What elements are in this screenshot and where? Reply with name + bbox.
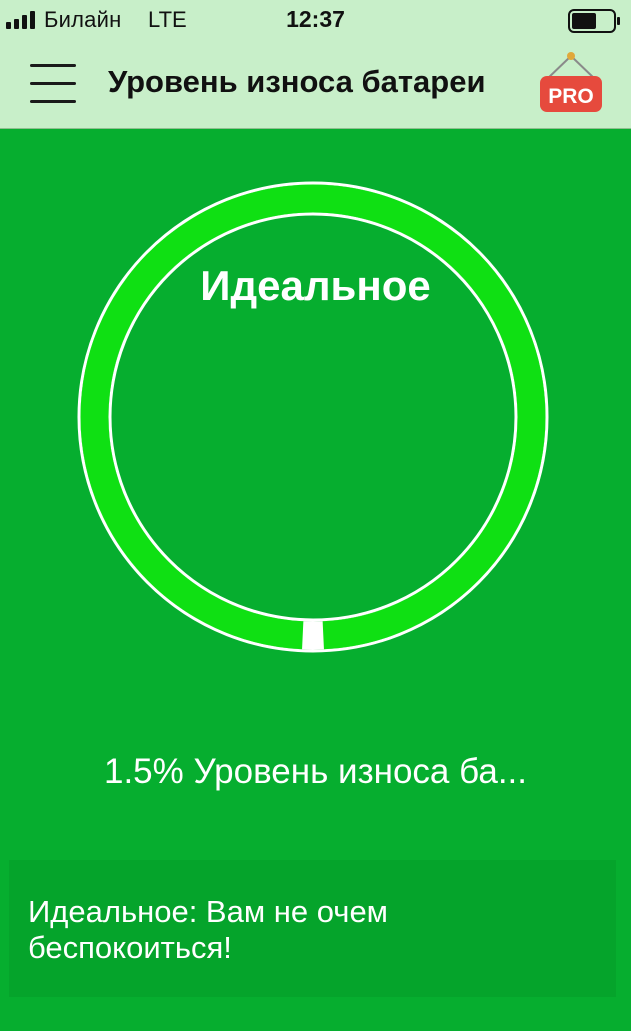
- status-message: Идеальное: Вам не очем беспокоиться!: [28, 894, 388, 965]
- navigation-bar: Уровень износа батареи PRO: [0, 40, 631, 128]
- pro-badge-button[interactable]: PRO: [536, 50, 606, 116]
- menu-button[interactable]: [26, 62, 80, 106]
- hamburger-menu-icon-line: [30, 64, 76, 67]
- hamburger-menu-icon-line: [30, 100, 76, 103]
- status-message-card: Идеальное: Вам не очем беспокоиться!: [9, 860, 616, 997]
- page-title: Уровень износа батареи: [108, 64, 486, 99]
- battery-icon: [568, 9, 620, 33]
- wear-level-text: 1.5% Уровень износа ба...: [103, 752, 527, 791]
- status-time: 12:37: [286, 6, 345, 32]
- hamburger-menu-icon-line: [30, 82, 76, 85]
- wear-gauge: [77, 181, 549, 653]
- pro-label: PRO: [548, 85, 594, 108]
- gauge-status-label: Идеальное: [200, 262, 431, 309]
- status-bar: Билайн LTE 12:37: [0, 0, 631, 40]
- top-bar: Билайн LTE 12:37 Уровень износа батареи …: [0, 0, 631, 129]
